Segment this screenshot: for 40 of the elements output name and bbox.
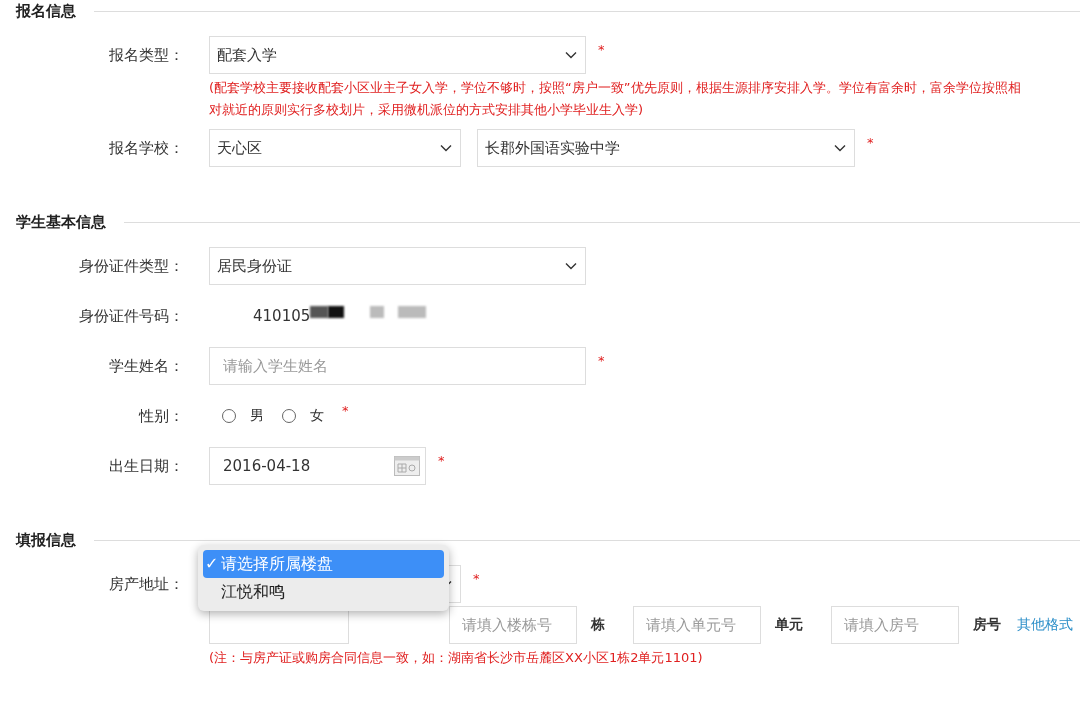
- unit-label: 房号: [973, 616, 1001, 634]
- required-mark: *: [342, 403, 349, 418]
- text-input[interactable]: 请输入学生姓名: [209, 347, 586, 385]
- required-mark: *: [598, 353, 605, 368]
- field-label: 报名学校：: [108, 138, 185, 159]
- text-input[interactable]: 请填入单元号: [633, 606, 761, 644]
- menu-option[interactable]: 江悦和鸣: [203, 578, 444, 606]
- chevron-down-icon: [834, 144, 846, 152]
- section-title: 报名信息: [16, 1, 76, 22]
- radio-label: 男: [250, 407, 264, 425]
- dropdown[interactable]: 配套入学: [209, 36, 586, 74]
- required-mark: *: [438, 453, 445, 468]
- field-label: 学生姓名：: [108, 356, 185, 377]
- unit-label: 栋: [591, 616, 605, 634]
- chevron-down-icon: [565, 262, 577, 270]
- section-title: 填报信息: [16, 530, 76, 551]
- field-label: 报名类型：: [108, 45, 185, 66]
- field-label: 身份证件类型：: [78, 256, 185, 277]
- text-input[interactable]: 请填入房号: [831, 606, 959, 644]
- required-mark: *: [867, 135, 874, 150]
- required-mark: *: [473, 571, 480, 586]
- dropdown[interactable]: 长郡外国语实验中学: [477, 129, 855, 167]
- text-input[interactable]: 请填入楼栋号: [449, 606, 577, 644]
- date-input[interactable]: 2016-04-18: [209, 447, 426, 485]
- id-number: 410105: [253, 307, 311, 325]
- field-label: 房产地址：: [108, 574, 185, 595]
- radio-label: 女: [310, 407, 324, 425]
- unit-label: 单元: [775, 616, 803, 634]
- field-label: 出生日期：: [108, 456, 185, 477]
- chevron-down-icon: [565, 51, 577, 59]
- dropdown[interactable]: 天心区: [209, 129, 461, 167]
- chevron-down-icon: [440, 144, 452, 152]
- dropdown[interactable]: 居民身份证: [209, 247, 586, 285]
- hint-text: (配套学校主要接收配套小区业主子女入学，学位不够时，按照“房户一致”优先原则，根据生源排序安排入学。学位有富余时，富余学位按照相对就近的原则实行多校划片，采用微机派位的方式安排其他小学毕业生入学): [209, 79, 1022, 119]
- section-title: 学生基本信息: [16, 212, 106, 233]
- hint-text: (注：与房产证或购房合同信息一致，如：湖南省长沙市岳麓区XX小区1栋2单元1101): [209, 649, 704, 667]
- field-label: 性别：: [137, 406, 185, 427]
- required-mark: *: [598, 42, 605, 57]
- field-label: 身份证件号码：: [78, 306, 185, 327]
- other-format-link[interactable]: 其他格式: [1017, 616, 1073, 634]
